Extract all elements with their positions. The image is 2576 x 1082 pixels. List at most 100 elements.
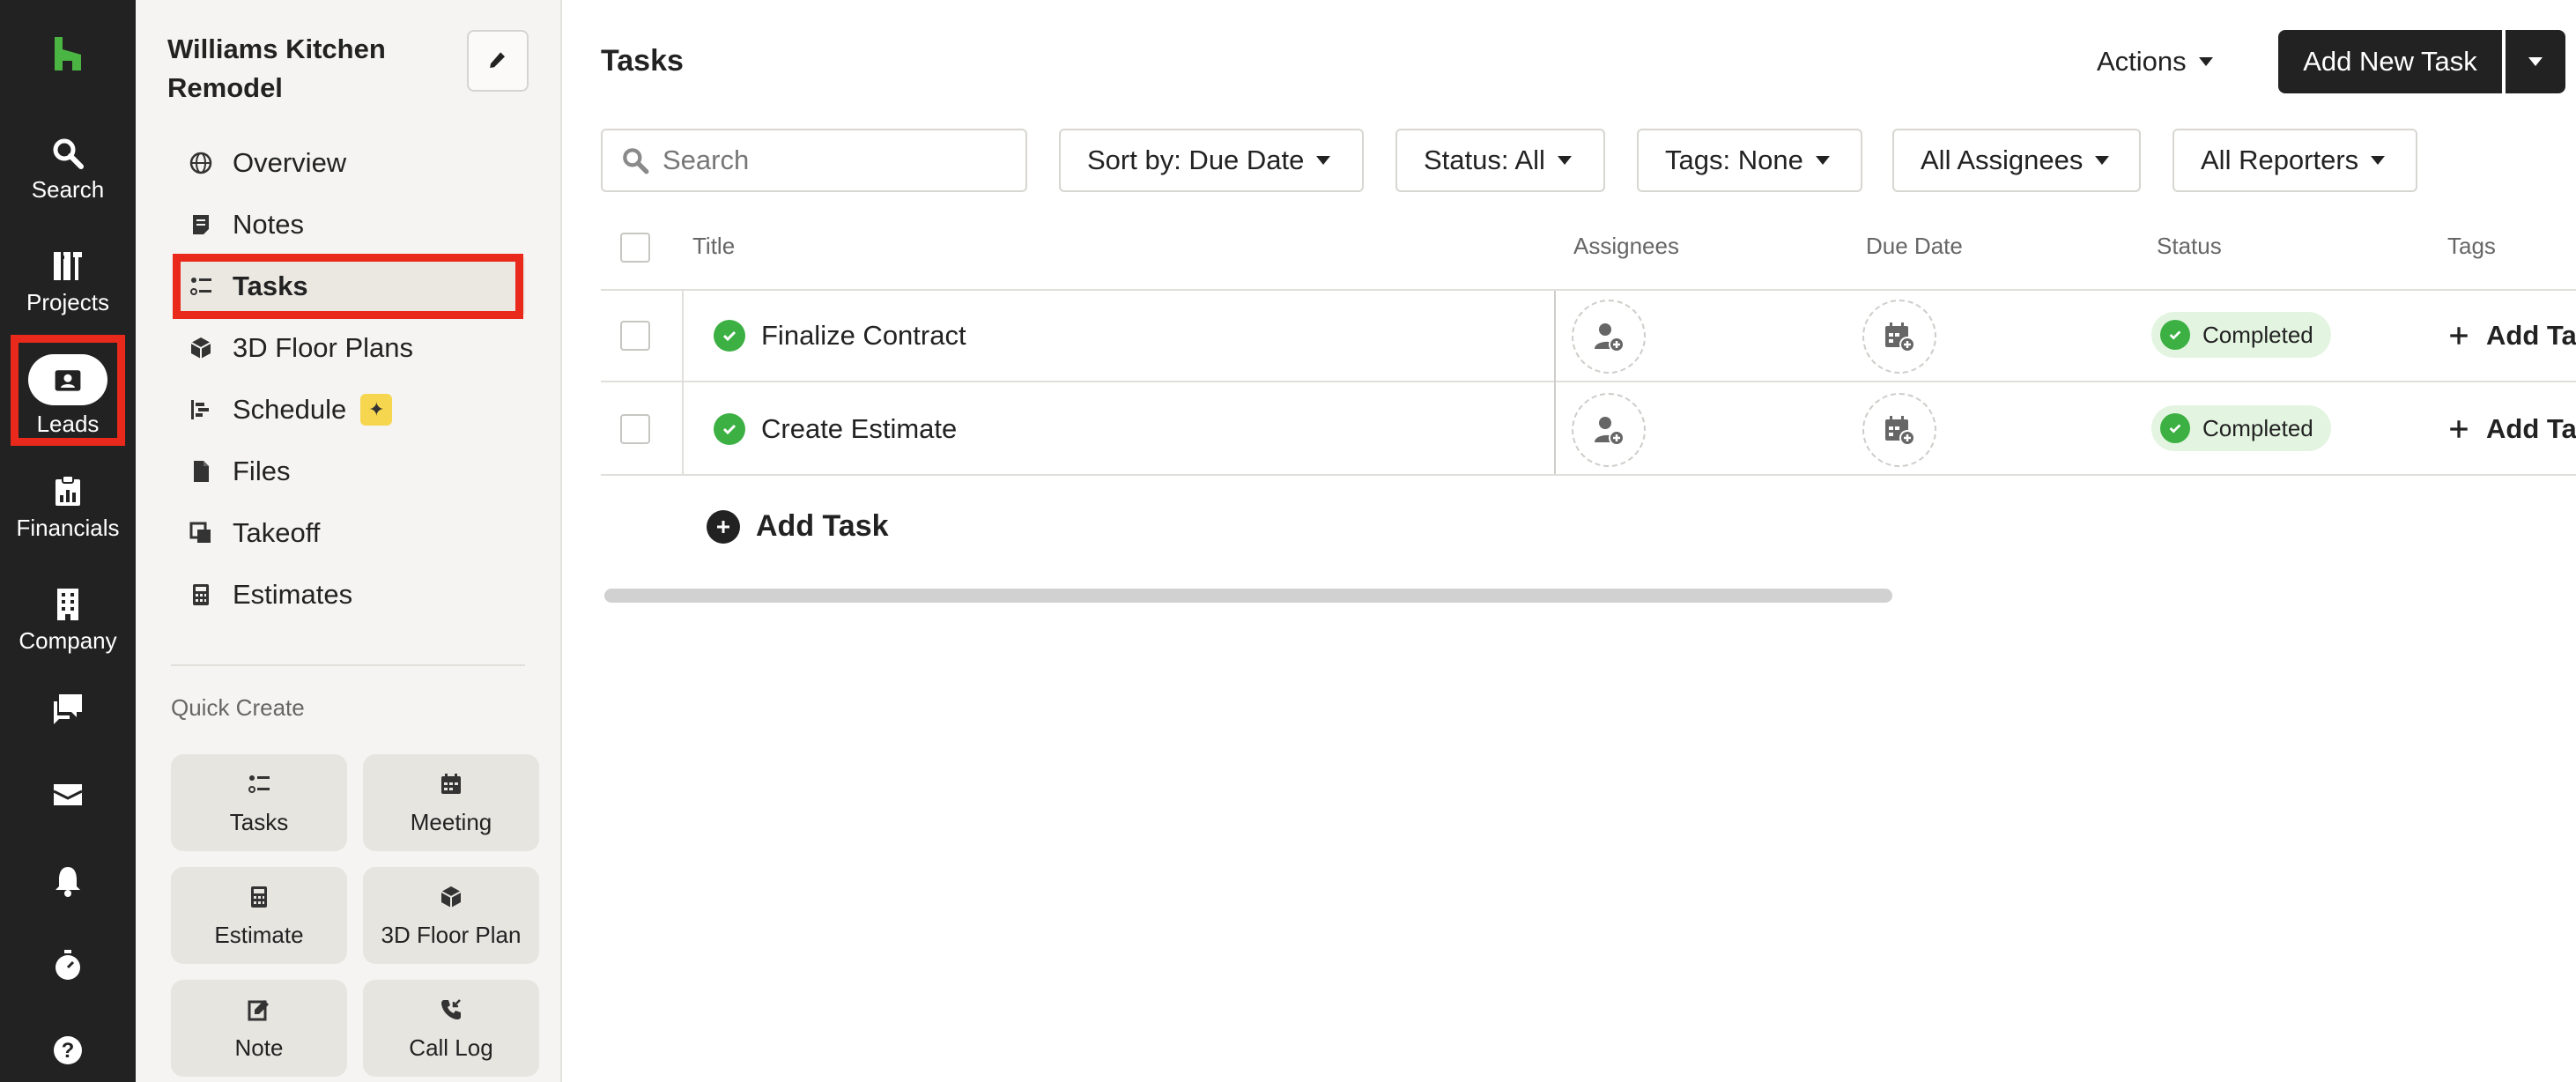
rail-item-company[interactable]: Company: [0, 587, 136, 655]
tags-filter-dropdown[interactable]: Tags: None: [1637, 129, 1862, 192]
cube-icon: [190, 337, 211, 359]
rail-item-search[interactable]: Search: [0, 136, 136, 204]
add-new-task-button[interactable]: Add New Task: [2278, 30, 2502, 93]
tasks-highlight-box: [173, 254, 523, 319]
bell-icon[interactable]: [50, 863, 85, 899]
rail-item-label: Projects: [26, 289, 109, 315]
column-header-status[interactable]: Status: [2157, 233, 2222, 260]
status-filter-dropdown[interactable]: Status: All: [1395, 129, 1605, 192]
quick-create-3d-floor-plan-button[interactable]: 3D Floor Plan: [363, 867, 539, 964]
actions-label: Actions: [2097, 46, 2187, 77]
sidebar-item-label: Takeoff: [233, 517, 321, 548]
column-header-assignees[interactable]: Assignees: [1573, 233, 1679, 260]
completed-check-icon[interactable]: [714, 413, 745, 445]
quick-create-label: Note: [234, 1034, 284, 1061]
add-assignee-button[interactable]: [1572, 300, 1646, 374]
search-icon: [53, 138, 84, 169]
task-title: Create Estimate: [761, 413, 958, 444]
houzz-logo-icon[interactable]: [48, 33, 88, 74]
chevron-down-icon: [1316, 156, 1331, 165]
leads-highlight-box: [11, 335, 125, 446]
quick-create-label: Call Log: [409, 1034, 493, 1061]
sidebar-item-3d-floor-plans[interactable]: 3D Floor Plans: [189, 322, 413, 374]
add-task-button[interactable]: Add Task: [707, 509, 889, 544]
search-field[interactable]: [601, 129, 1027, 192]
table-column-divider: [1554, 291, 1556, 474]
calendar-add-icon: [1885, 322, 1915, 352]
actions-dropdown-button[interactable]: Actions: [2097, 32, 2213, 92]
chat-icon[interactable]: [50, 691, 85, 726]
sidebar-item-takeoff[interactable]: Takeoff: [189, 508, 320, 559]
sidebar-item-files[interactable]: Files: [189, 446, 290, 497]
calculator-icon: [193, 584, 209, 605]
status-badge[interactable]: Completed: [2151, 405, 2331, 451]
page-title: Tasks: [601, 44, 684, 78]
task-title-cell[interactable]: Create Estimate: [714, 411, 957, 448]
filter-label: Sort by: Due Date: [1087, 145, 1305, 175]
select-all-checkbox[interactable]: [620, 233, 650, 263]
chevron-down-icon: [2198, 57, 2213, 66]
sidebar-item-notes[interactable]: Notes: [189, 199, 304, 250]
edit-project-button[interactable]: [467, 30, 529, 92]
add-due-date-button[interactable]: [1862, 393, 1936, 467]
quick-create-heading: Quick Create: [171, 694, 305, 721]
rail-item-financials[interactable]: Financials: [0, 474, 136, 542]
add-tag-label: Add Ta: [2486, 413, 2576, 444]
calculator-icon: [251, 886, 267, 908]
calendar-icon: [441, 774, 461, 794]
sort-dropdown[interactable]: Sort by: Due Date: [1059, 129, 1364, 192]
sidebar-item-estimates[interactable]: Estimates: [189, 569, 352, 620]
horizontal-scrollbar[interactable]: [604, 589, 1892, 603]
projects-icon: [54, 252, 82, 280]
table-divider: [601, 381, 2576, 382]
add-task-label: Add Task: [756, 509, 889, 543]
search-icon: [623, 148, 649, 174]
rail-item-projects[interactable]: Projects: [0, 248, 136, 316]
row-checkbox[interactable]: [620, 321, 650, 351]
status-badge[interactable]: Completed: [2151, 312, 2331, 358]
add-person-icon: [1595, 323, 1625, 352]
timer-icon[interactable]: [50, 948, 85, 983]
help-icon[interactable]: ?: [50, 1033, 85, 1068]
quick-create-estimate-button[interactable]: Estimate: [171, 867, 347, 964]
completed-check-icon[interactable]: [714, 320, 745, 352]
add-tag-label: Add Ta: [2486, 320, 2576, 351]
table-divider: [601, 289, 2576, 291]
sidebar-item-label: Notes: [233, 209, 304, 240]
quick-create-call-log-button[interactable]: Call Log: [363, 980, 539, 1077]
add-due-date-button[interactable]: [1862, 300, 1936, 374]
quick-create-meeting-button[interactable]: Meeting: [363, 754, 539, 851]
column-header-title[interactable]: Title: [692, 233, 735, 260]
plus-icon: [2450, 327, 2468, 345]
sidebar-item-label: Schedule: [233, 394, 347, 425]
task-title-cell[interactable]: Finalize Contract: [714, 317, 966, 354]
reporters-filter-dropdown[interactable]: All Reporters: [2173, 129, 2417, 192]
rail-item-label: Financials: [16, 515, 120, 541]
assignees-filter-dropdown[interactable]: All Assignees: [1892, 129, 2141, 192]
add-tag-button[interactable]: Add Ta: [2447, 317, 2576, 354]
inbox-icon[interactable]: [50, 777, 85, 812]
takeoff-icon: [189, 522, 211, 543]
app-rail: Search Projects Leads Financials Company…: [0, 0, 136, 1082]
filter-label: Tags: None: [1665, 145, 1803, 175]
cube-icon: [440, 886, 462, 908]
add-tag-button[interactable]: Add Ta: [2447, 411, 2576, 448]
table-column-divider: [682, 291, 684, 474]
sidebar-item-overview[interactable]: Overview: [189, 137, 346, 189]
add-new-task-label: Add New Task: [2303, 46, 2477, 77]
column-header-due-date[interactable]: Due Date: [1866, 233, 1963, 260]
add-assignee-button[interactable]: [1572, 393, 1646, 467]
search-input[interactable]: [663, 145, 997, 176]
task-title: Finalize Contract: [761, 320, 966, 351]
file-icon: [194, 461, 209, 482]
column-header-tags[interactable]: Tags: [2447, 233, 2496, 260]
row-checkbox[interactable]: [620, 414, 650, 444]
project-sidebar: Williams Kitchen Remodel Overview Notes: [136, 0, 562, 1082]
filter-label: All Assignees: [1921, 145, 2084, 175]
add-task-options-button[interactable]: [2506, 30, 2565, 93]
quick-create-tasks-button[interactable]: Tasks: [171, 754, 347, 851]
sidebar-divider: [171, 664, 525, 666]
quick-create-note-button[interactable]: Note: [171, 980, 347, 1077]
filter-label: Status: All: [1424, 145, 1545, 175]
sidebar-item-schedule[interactable]: Schedule ✦: [189, 384, 393, 435]
